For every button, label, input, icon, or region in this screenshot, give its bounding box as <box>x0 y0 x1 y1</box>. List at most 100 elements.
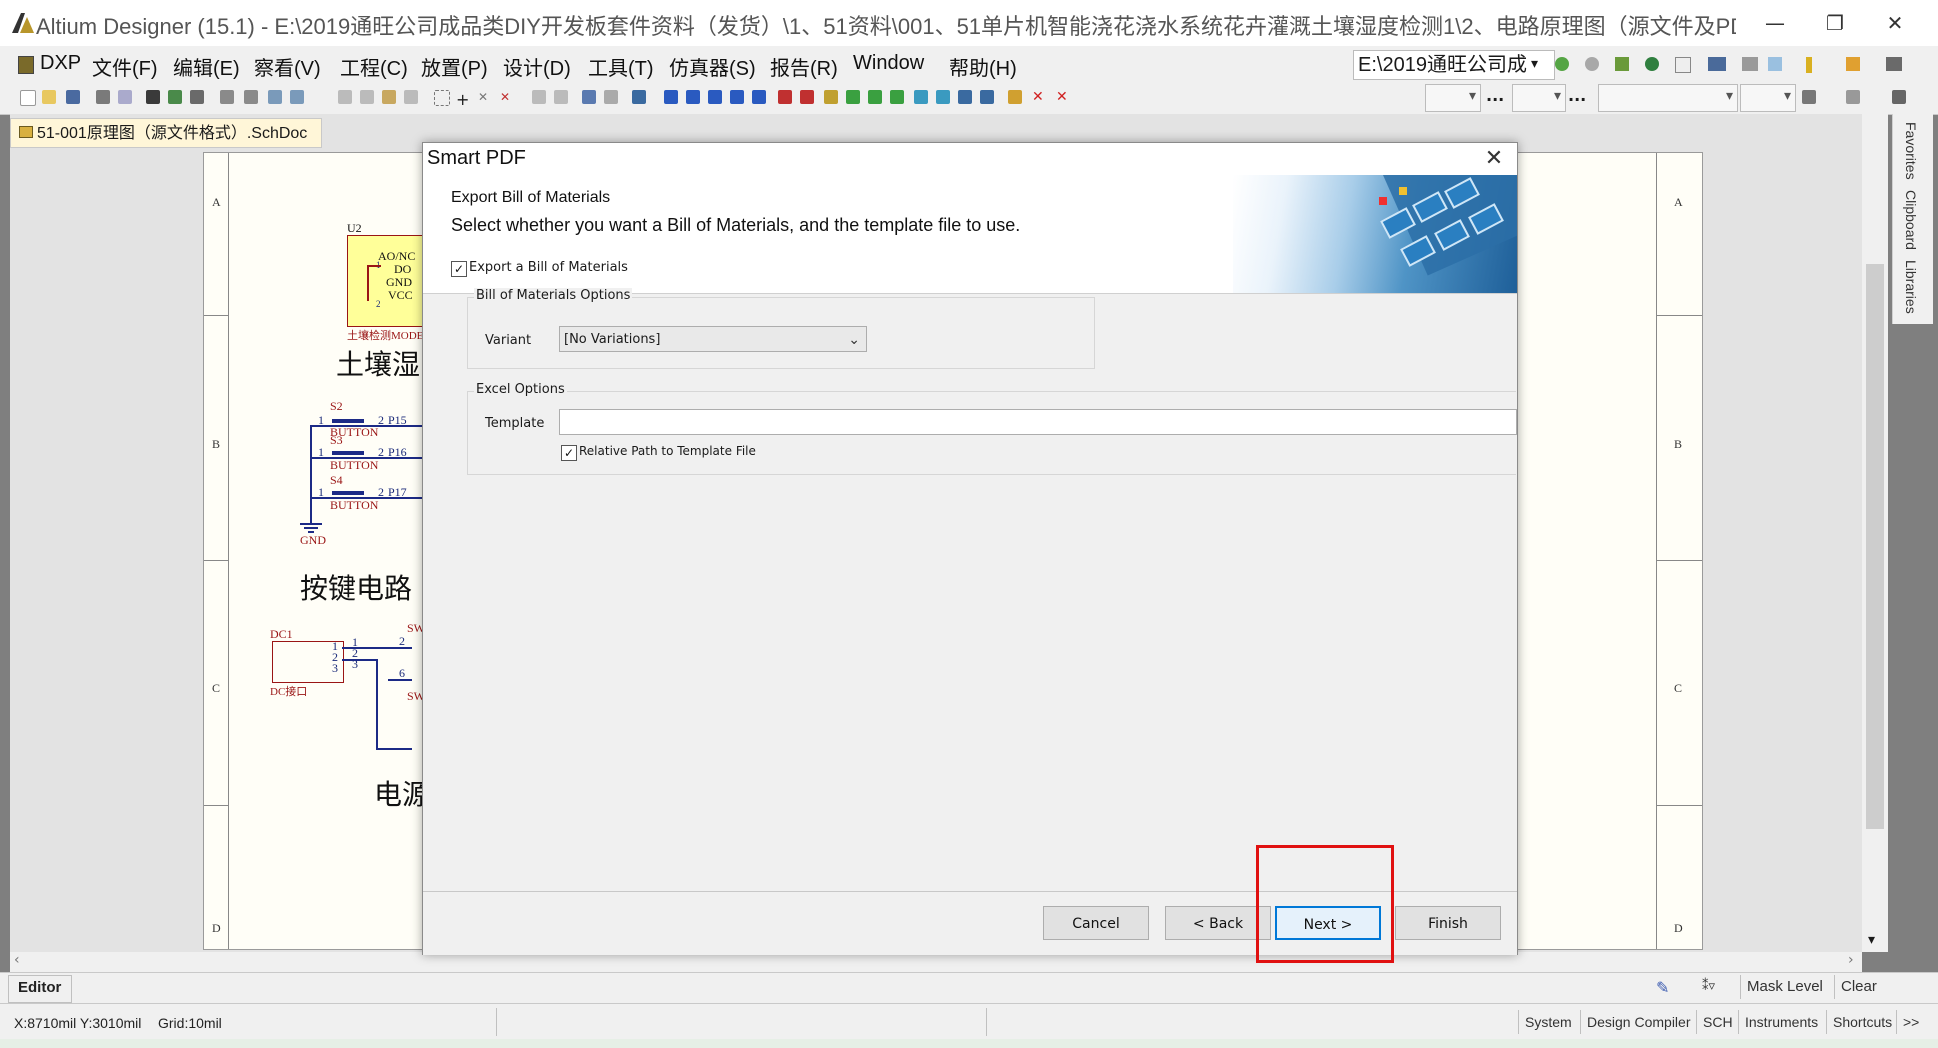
clear-button[interactable]: Clear <box>1834 975 1883 999</box>
list-icon[interactable] <box>1742 57 1758 71</box>
deselect-icon[interactable]: ✕ <box>478 90 492 104</box>
more-dots-1[interactable]: ... <box>1486 86 1504 105</box>
document-icon[interactable] <box>1675 57 1691 73</box>
print-icon[interactable] <box>96 90 110 104</box>
signal-harness-icon[interactable] <box>980 90 994 104</box>
horizontal-scrollbar[interactable]: ‹ › <box>10 952 1862 972</box>
libraries-tab[interactable]: Libraries <box>1903 260 1919 314</box>
chevron-down-icon[interactable]: ▾ <box>1531 56 1538 72</box>
undo-icon[interactable] <box>532 90 546 104</box>
bus-icon[interactable] <box>686 90 700 104</box>
new-file-icon[interactable] <box>20 90 36 106</box>
project-path-combo[interactable]: E:\2019通旺公司成 <box>1353 50 1555 80</box>
export-bom-checkbox[interactable]: ✓ <box>451 261 467 277</box>
align-icon[interactable] <box>1802 90 1816 104</box>
redo-icon[interactable] <box>554 90 568 104</box>
menu-dxp[interactable]: DXP <box>40 52 81 75</box>
panel-sch[interactable]: SCH <box>1696 1010 1739 1034</box>
minimize-button[interactable]: — <box>1752 6 1798 40</box>
variant-select[interactable]: [No Variations] ⌄ <box>559 326 867 352</box>
restore-button[interactable]: ❐ <box>1812 6 1858 40</box>
move-icon[interactable]: + <box>456 90 470 109</box>
editor-tab-frame[interactable] <box>8 975 72 1003</box>
no-erc-icon[interactable]: ✕ <box>1032 90 1046 104</box>
finish-button[interactable]: Finish <box>1395 906 1501 940</box>
save-icon[interactable] <box>66 90 80 104</box>
pencil-icon[interactable] <box>1806 57 1812 73</box>
menu-reports[interactable]: 报告(R) <box>770 52 838 81</box>
board-icon[interactable] <box>168 90 182 104</box>
menu-simulator[interactable]: 仿真器(S) <box>669 52 756 81</box>
nav-back-icon[interactable] <box>1585 57 1599 71</box>
nav-forward-icon[interactable] <box>1555 57 1569 71</box>
no-erc-2-icon[interactable]: ✕ <box>1056 90 1070 104</box>
scroll-down-icon[interactable]: ▾ <box>1868 932 1875 948</box>
favorites-tab[interactable]: Favorites <box>1903 122 1919 180</box>
more-dots-2[interactable]: ... <box>1568 86 1586 105</box>
vertical-scroll-thumb[interactable] <box>1866 264 1884 829</box>
zoom-area-icon[interactable] <box>244 90 258 104</box>
home-icon[interactable] <box>1615 57 1629 71</box>
print-preview-icon[interactable] <box>118 90 132 104</box>
open-folder-icon[interactable] <box>42 90 56 104</box>
device-sheet-icon[interactable] <box>890 90 904 104</box>
menu-file[interactable]: 文件(F) <box>92 52 158 81</box>
grid-icon[interactable] <box>1886 57 1902 71</box>
grid-options-icon[interactable] <box>1892 90 1906 104</box>
sheet-entry-icon[interactable] <box>868 90 882 104</box>
cancel-button[interactable]: Cancel <box>1043 906 1149 940</box>
refresh-icon[interactable] <box>1645 57 1659 71</box>
filter-icon[interactable]: ⁑▿ <box>1702 979 1715 994</box>
relative-path-checkbox[interactable]: ✓ <box>561 445 577 461</box>
toolbar-combo-1[interactable] <box>1425 84 1481 112</box>
cut-icon[interactable] <box>338 90 352 104</box>
paste-icon[interactable] <box>382 90 396 104</box>
zoom-icon[interactable] <box>268 90 282 104</box>
panel-system[interactable]: System <box>1518 1010 1578 1034</box>
bus-entry-icon[interactable] <box>708 90 722 104</box>
toolbar-combo-3[interactable] <box>1598 84 1738 112</box>
mask-level-button[interactable]: Mask Level <box>1740 975 1829 999</box>
zoom-fit-icon[interactable] <box>220 90 234 104</box>
gnd-port-icon[interactable] <box>778 90 792 104</box>
part-icon[interactable] <box>824 90 838 104</box>
panel-shortcuts[interactable]: Shortcuts <box>1826 1010 1898 1034</box>
panel-instruments[interactable]: Instruments <box>1738 1010 1824 1034</box>
directive-icon[interactable] <box>1008 90 1022 104</box>
menu-help[interactable]: 帮助(H) <box>949 52 1017 81</box>
clear-filter-icon[interactable]: ✕ <box>500 90 514 104</box>
brush-icon[interactable]: ✎ <box>1656 978 1672 997</box>
menu-edit[interactable]: 编辑(E) <box>173 52 240 81</box>
toolbar-combo-4[interactable] <box>1740 84 1796 112</box>
menu-tools[interactable]: 工具(T) <box>588 52 654 81</box>
wire-icon[interactable] <box>664 90 678 104</box>
menu-view[interactable]: 察看(V) <box>254 52 321 81</box>
scroll-left-icon[interactable]: ‹ <box>14 952 20 968</box>
vcc-port-icon[interactable] <box>800 90 814 104</box>
harness-icon[interactable] <box>936 90 950 104</box>
menu-place[interactable]: 放置(P) <box>421 52 488 81</box>
dialog-close-icon[interactable]: ✕ <box>1479 145 1509 173</box>
download-icon[interactable] <box>1768 57 1782 71</box>
template-input[interactable] <box>559 409 1517 435</box>
vertical-scrollbar[interactable]: ▾ <box>1862 114 1888 952</box>
panel-more[interactable]: >> <box>1896 1010 1925 1034</box>
distribute-icon[interactable] <box>1846 90 1860 104</box>
browse-icon[interactable] <box>632 90 646 104</box>
clipboard-tab[interactable]: Clipboard <box>1903 190 1919 250</box>
component-view-icon[interactable] <box>190 90 204 104</box>
chart-icon[interactable] <box>1708 57 1726 71</box>
connector-icon[interactable] <box>958 90 972 104</box>
layers-icon[interactable] <box>146 90 160 104</box>
scroll-right-icon[interactable]: › <box>1848 952 1854 968</box>
copy-icon[interactable] <box>360 90 374 104</box>
rubber-stamp-icon[interactable] <box>404 90 418 104</box>
menu-design[interactable]: 设计(D) <box>503 52 571 81</box>
panel-design-compiler[interactable]: Design Compiler <box>1580 1010 1696 1034</box>
port-icon[interactable] <box>914 90 928 104</box>
wand-icon[interactable] <box>604 90 618 104</box>
close-window-button[interactable]: ✕ <box>1872 6 1918 40</box>
zoom-dropdown-icon[interactable] <box>290 90 304 104</box>
document-tab[interactable]: 51-001原理图（源文件格式）.SchDoc <box>10 118 322 148</box>
toolbar-combo-2[interactable] <box>1512 84 1566 112</box>
